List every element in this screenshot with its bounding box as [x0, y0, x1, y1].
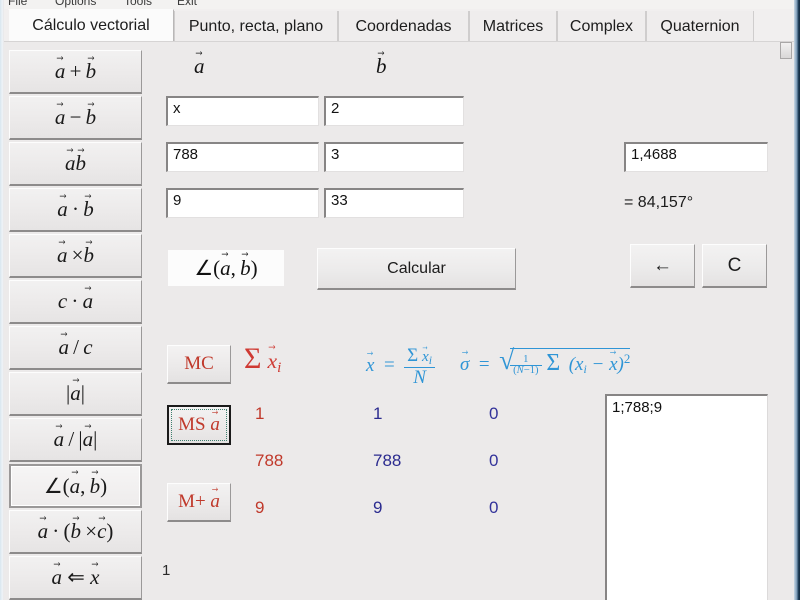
- application-window: File Options Tools Exit Cálculo vectoria…: [0, 0, 800, 600]
- vector-a-z-input[interactable]: 9: [166, 188, 319, 218]
- op-add-button[interactable]: a + b: [9, 50, 142, 94]
- op-angle-button[interactable]: ∠(a, b): [9, 464, 142, 508]
- menu-item-tools[interactable]: Tools: [124, 0, 152, 8]
- op-solve-button[interactable]: a ⇐ x: [9, 556, 142, 600]
- op-ab-button[interactable]: ab: [9, 142, 142, 186]
- menu-item-file[interactable]: File: [8, 0, 27, 8]
- memory-store-label: MS a: [178, 414, 220, 436]
- op-normalize-button[interactable]: a / |a|: [9, 418, 142, 462]
- op-dot-button[interactable]: a · b: [9, 188, 142, 232]
- mean-value-1: 788: [373, 451, 402, 470]
- sigma-value-0: 0: [489, 404, 499, 423]
- vector-b-y-input[interactable]: 3: [324, 142, 464, 172]
- memory-list-box[interactable]: 1;788;9: [605, 394, 768, 600]
- clear-button[interactable]: C: [702, 244, 767, 288]
- tab-content-panel: a + b a − b ab a · b a ×b c · a a / c |: [4, 42, 794, 600]
- op-angle-label: ∠(a, b): [44, 474, 107, 499]
- op-subtract-label: a − b: [55, 105, 96, 130]
- memory-list-item[interactable]: 1;788;9: [607, 396, 767, 416]
- op-cross-label: a ×b: [57, 243, 94, 268]
- current-operation-label: ∠(a, b): [194, 256, 257, 281]
- op-scalar-divide-label: a / c: [58, 335, 92, 360]
- sum-value-2: 9: [255, 498, 265, 517]
- calculate-button[interactable]: Calcular: [317, 248, 516, 290]
- current-operation-display: ∠(a, b): [168, 250, 284, 286]
- op-normalize-label: a / |a|: [54, 427, 98, 452]
- op-triple-label: a · (b ×c): [38, 519, 114, 544]
- window-right-border: [794, 0, 800, 600]
- result-degrees-label: = 84,157°: [624, 194, 694, 211]
- tab-matrices[interactable]: Matrices: [469, 11, 557, 42]
- menu-item-exit[interactable]: Exit: [177, 0, 197, 8]
- vector-a-x-input[interactable]: x: [166, 96, 319, 126]
- vector-a-header: a: [194, 54, 205, 79]
- memory-store-button[interactable]: MS a: [167, 405, 231, 445]
- op-ab-label: ab: [65, 151, 86, 176]
- mean-value-0: 1: [373, 404, 383, 423]
- tab-bar: Cálculo vectorial Punto, recta, plano Co…: [4, 9, 794, 42]
- tab-coordenadas[interactable]: Coordenadas: [338, 11, 469, 42]
- op-triple-button[interactable]: a · (b ×c): [9, 510, 142, 554]
- op-subtract-button[interactable]: a − b: [9, 96, 142, 140]
- operations-sidebar: a + b a − b ab a · b a ×b c · a a / c |: [9, 50, 142, 600]
- result-value-field[interactable]: 1,4688: [624, 142, 768, 172]
- op-dot-label: a · b: [57, 197, 93, 222]
- vector-b-x-input[interactable]: 2: [324, 96, 464, 126]
- op-solve-label: a ⇐ x: [52, 565, 100, 590]
- op-magnitude-button[interactable]: |a|: [9, 372, 142, 416]
- tab-punto-recta-plano[interactable]: Punto, recta, plano: [174, 11, 338, 42]
- sigma-header-formula: σ = 1 (N−1) Σ (xi − x)2: [460, 346, 631, 377]
- panel-scrollbar[interactable]: [780, 42, 792, 59]
- op-scalar-divide-button[interactable]: a / c: [9, 326, 142, 370]
- vector-a-y-input[interactable]: 788: [166, 142, 319, 172]
- vector-b-header: b: [376, 54, 387, 79]
- sigma-value-2: 0: [489, 498, 499, 517]
- op-scalar-times-label: c · a: [58, 289, 93, 314]
- backspace-button[interactable]: ←: [630, 244, 695, 288]
- memory-add-label: M+ a: [178, 491, 220, 513]
- mean-header-formula: x = Σ xi N: [366, 346, 436, 387]
- sum-header-formula: Σ xi: [244, 342, 281, 377]
- memory-count-label: 1: [162, 562, 171, 579]
- op-scalar-times-button[interactable]: c · a: [9, 280, 142, 324]
- sum-value-1: 788: [255, 451, 284, 470]
- menu-item-options[interactable]: Options: [55, 0, 96, 8]
- memory-clear-label: MC: [184, 353, 214, 374]
- op-add-label: a + b: [55, 59, 96, 84]
- op-cross-button[interactable]: a ×b: [9, 234, 142, 278]
- tab-calculo-vectorial[interactable]: Cálculo vectorial: [8, 9, 174, 42]
- memory-add-button[interactable]: M+ a: [167, 483, 231, 522]
- sum-value-0: 1: [255, 404, 265, 423]
- menu-bar: File Options Tools Exit: [0, 0, 800, 9]
- memory-clear-button[interactable]: MC: [167, 345, 231, 384]
- op-magnitude-label: |a|: [66, 381, 85, 406]
- sigma-value-1: 0: [489, 451, 499, 470]
- mean-value-2: 9: [373, 498, 383, 517]
- vector-b-z-input[interactable]: 33: [324, 188, 464, 218]
- tab-quaternion[interactable]: Quaternion: [646, 11, 754, 42]
- tab-complex[interactable]: Complex: [557, 11, 646, 42]
